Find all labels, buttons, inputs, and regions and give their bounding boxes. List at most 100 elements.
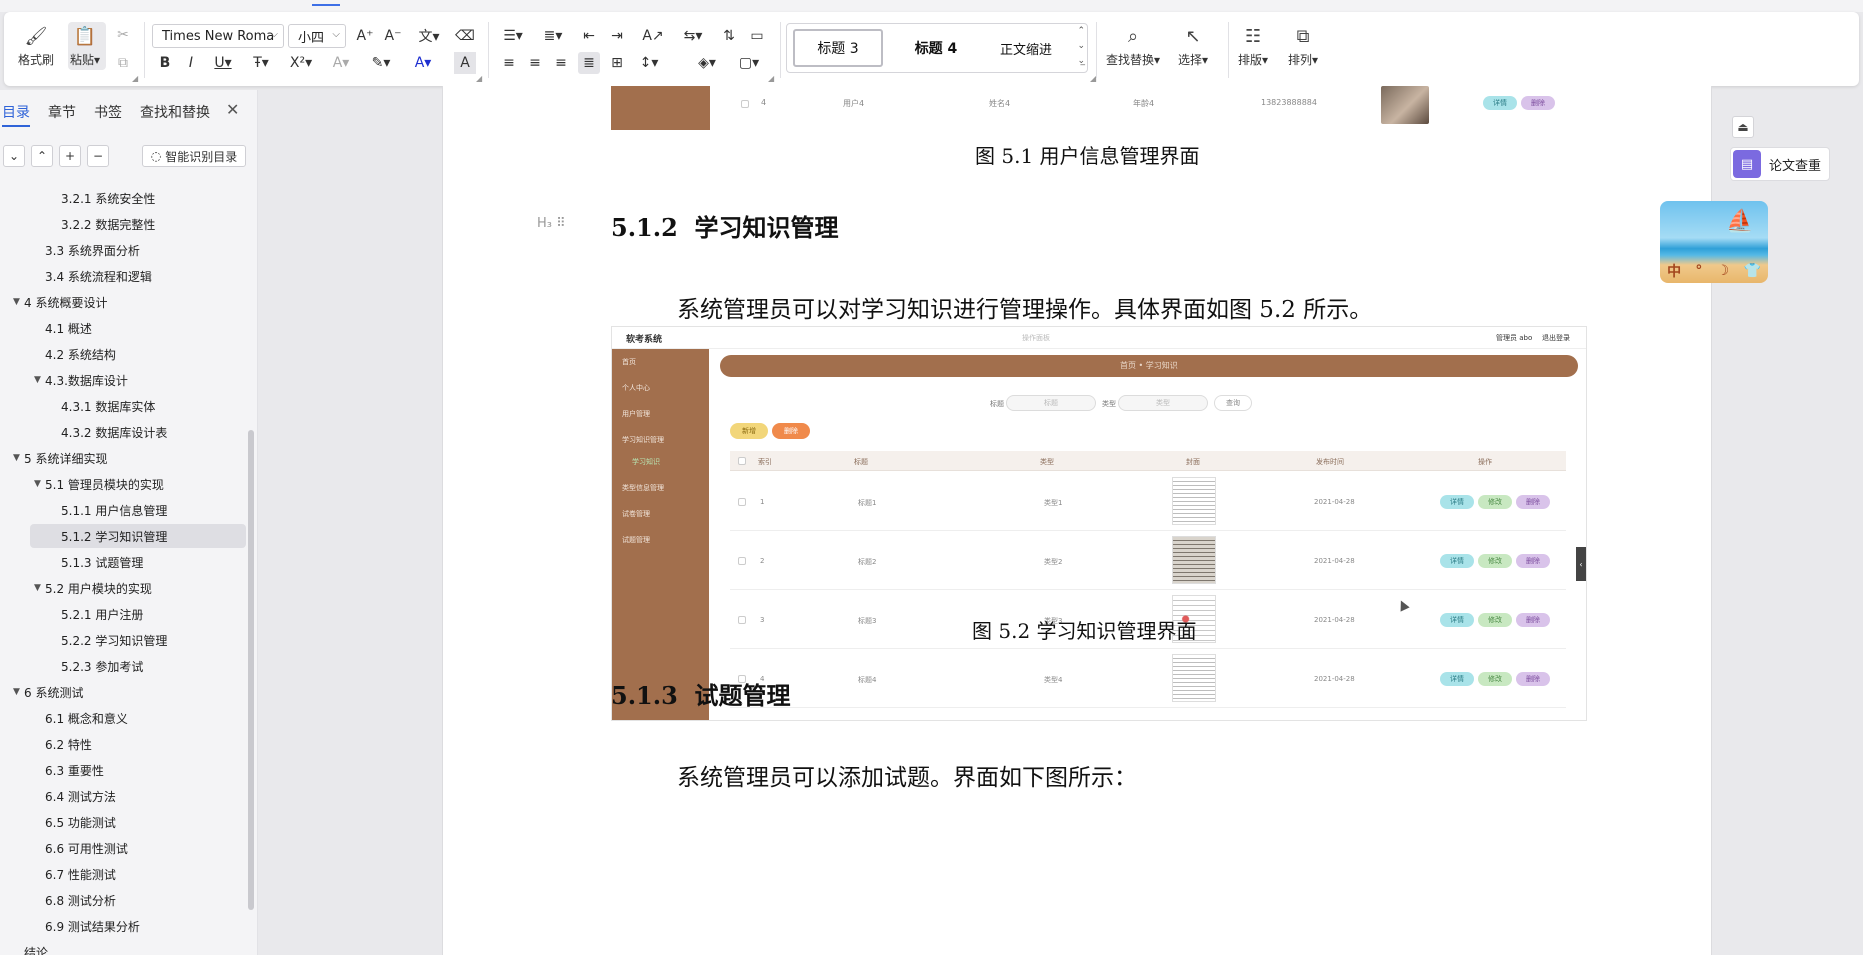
- font-size-select[interactable]: 小四 ⌵: [288, 24, 346, 48]
- underline-button[interactable]: U▾: [206, 52, 240, 74]
- border-button[interactable]: ▢▾: [732, 52, 766, 74]
- phonetic-guide-button[interactable]: 文▾: [412, 25, 446, 47]
- style-more-icon[interactable]: ⌄̲: [1077, 56, 1085, 66]
- change-case-button[interactable]: ⇆▾: [678, 25, 708, 47]
- toc-item[interactable]: ▼ 6 系统测试: [0, 680, 246, 704]
- toc-item[interactable]: 6.1 概念和意义: [0, 706, 246, 730]
- numbered-list-button[interactable]: ≣▾: [538, 25, 568, 47]
- tab-chapters[interactable]: 章节: [48, 102, 76, 122]
- heading-level-icon[interactable]: H₃ ⠿: [537, 216, 566, 231]
- justify-button[interactable]: ≣: [578, 52, 600, 74]
- close-pane-icon[interactable]: ✕: [226, 100, 239, 119]
- font-group-expand-icon[interactable]: ◢: [476, 74, 482, 83]
- toc-item[interactable]: 4.3.2 数据库设计表: [0, 420, 246, 444]
- collapse-all-button[interactable]: ⌄: [3, 145, 25, 167]
- expand-triangle-icon[interactable]: ▼: [34, 479, 41, 489]
- text-direction-button[interactable]: A↗: [638, 25, 668, 47]
- paper-check-button[interactable]: ▤ 论文查重: [1730, 147, 1830, 181]
- toc-item[interactable]: 3.2.2 数据完整性: [0, 212, 246, 236]
- nav-scrollbar[interactable]: [248, 430, 254, 910]
- ime-chinese-mode[interactable]: 中: [1667, 261, 1681, 281]
- expand-triangle-icon[interactable]: ▼: [34, 375, 41, 385]
- toc-item[interactable]: 3.3 系统界面分析: [0, 238, 246, 262]
- expand-triangle-icon[interactable]: ▼: [34, 583, 41, 593]
- show-marks-button[interactable]: ▭: [746, 25, 768, 47]
- tab-find-replace[interactable]: 查找和替换: [140, 102, 210, 122]
- arrange-button[interactable]: ☷ 排版▾: [1238, 24, 1268, 68]
- increase-indent-button[interactable]: ⇥: [606, 25, 628, 47]
- clipboard-group-expand-icon[interactable]: ◢: [132, 74, 138, 83]
- grow-font-button[interactable]: A⁺: [354, 25, 376, 47]
- bullet-list-button[interactable]: ☰▾: [498, 25, 528, 47]
- toc-item[interactable]: 5.2.1 用户注册: [0, 602, 246, 626]
- toc-item[interactable]: ▼ 4.3.数据库设计: [0, 368, 246, 392]
- toc-item[interactable]: 6.9 测试结果分析: [0, 914, 246, 938]
- toc-item[interactable]: 6.6 可用性测试: [0, 836, 246, 860]
- style-heading-4[interactable]: 标题 4: [893, 29, 979, 67]
- decrease-indent-button[interactable]: ⇤: [578, 25, 600, 47]
- char-shading-button[interactable]: A: [454, 52, 476, 74]
- toc-item[interactable]: ▼ 5.1 管理员模块的实现: [0, 472, 246, 496]
- add-heading-button[interactable]: +: [59, 145, 81, 167]
- superscript-button[interactable]: X²▾: [284, 52, 318, 74]
- toc-item[interactable]: 4.3.1 数据库实体: [0, 394, 246, 418]
- align-left-button[interactable]: ≡: [498, 52, 520, 74]
- toc-item[interactable]: 5.1.2 学习知识管理: [30, 524, 246, 548]
- toc-item[interactable]: 6.8 测试分析: [0, 888, 246, 912]
- cut-button[interactable]: ✂: [112, 24, 134, 46]
- italic-button[interactable]: I: [180, 52, 202, 74]
- tab-toc[interactable]: 目录: [2, 102, 30, 127]
- remove-heading-button[interactable]: −: [87, 145, 109, 167]
- shading-button[interactable]: ◈▾: [690, 52, 724, 74]
- paragraph-group-expand-icon[interactable]: ◢: [768, 74, 774, 83]
- format-painter-button[interactable]: 🖌 格式刷: [18, 24, 54, 68]
- side-collapse-button[interactable]: ⏏: [1732, 116, 1754, 138]
- toc-item[interactable]: 结论: [0, 940, 246, 955]
- style-heading-3[interactable]: 标题 3: [793, 29, 883, 67]
- ime-punctuation[interactable]: °: [1695, 263, 1702, 279]
- text-effect-button[interactable]: A▾: [324, 52, 358, 74]
- shirt-icon[interactable]: 👕: [1743, 263, 1760, 279]
- toc-item[interactable]: 4.1 概述: [0, 316, 246, 340]
- sort-layers-button[interactable]: ⧉ 排列▾: [1288, 24, 1318, 68]
- clear-format-button[interactable]: ⌫: [454, 25, 476, 47]
- strikethrough-button[interactable]: Ŧ▾: [244, 52, 278, 74]
- style-body-indent[interactable]: 正文缩进: [983, 29, 1069, 67]
- shrink-font-button[interactable]: A⁻: [382, 25, 404, 47]
- highlight-button[interactable]: ✎▾: [364, 52, 398, 74]
- font-name-select[interactable]: Times New Roma ⌵: [152, 24, 284, 48]
- toc-item[interactable]: ▼ 5.2 用户模块的实现: [0, 576, 246, 600]
- align-center-button[interactable]: ≡: [524, 52, 546, 74]
- toc-item[interactable]: 5.2.3 参加考试: [0, 654, 246, 678]
- toc-item[interactable]: 5.1.3 试题管理: [0, 550, 246, 574]
- select-button[interactable]: ↖ 选择▾: [1178, 24, 1208, 68]
- toc-item[interactable]: 6.7 性能测试: [0, 862, 246, 886]
- style-scroll-up-icon[interactable]: ⌃: [1077, 26, 1085, 36]
- expand-triangle-icon[interactable]: ▼: [13, 453, 20, 463]
- toc-item[interactable]: 6.5 功能测试: [0, 810, 246, 834]
- distribute-button[interactable]: ⊞: [606, 52, 628, 74]
- style-scroll-down-icon[interactable]: ⌄: [1077, 41, 1085, 51]
- input-method-widget[interactable]: ⛵ 中 ° ☽ 👕: [1660, 201, 1768, 283]
- toc-item[interactable]: 5.1.1 用户信息管理: [0, 498, 246, 522]
- find-replace-button[interactable]: ⌕ 查找替换▾: [1106, 24, 1160, 68]
- toc-item[interactable]: 5.2.2 学习知识管理: [0, 628, 246, 652]
- toc-item[interactable]: ▼ 4 系统概要设计: [0, 290, 246, 314]
- toc-item[interactable]: 6.2 特性: [0, 732, 246, 756]
- toc-item[interactable]: 6.4 测试方法: [0, 784, 246, 808]
- expand-level-button[interactable]: ⌃: [31, 145, 53, 167]
- tab-bookmarks[interactable]: 书签: [94, 102, 122, 122]
- toc-item[interactable]: 3.2.1 系统安全性: [0, 186, 246, 210]
- line-spacing-button[interactable]: ↕▾: [634, 52, 664, 74]
- copy-button[interactable]: ⧉: [112, 52, 134, 74]
- toc-item[interactable]: 3.4 系统流程和逻辑: [0, 264, 246, 288]
- document-page[interactable]: 4 用户4 姓名4 年龄4 13823888884 详情 删除 图 5.1 用户…: [442, 86, 1712, 955]
- smart-toc-button[interactable]: ◌ 智能识别目录: [142, 145, 246, 167]
- moon-icon[interactable]: ☽: [1717, 263, 1730, 279]
- expand-triangle-icon[interactable]: ▼: [13, 687, 20, 697]
- toc-item[interactable]: 6.3 重要性: [0, 758, 246, 782]
- paste-button[interactable]: 📋 粘贴▾: [70, 24, 100, 68]
- align-right-button[interactable]: ≡: [550, 52, 572, 74]
- expand-triangle-icon[interactable]: ▼: [13, 297, 20, 307]
- sort-button[interactable]: ⇅: [718, 25, 740, 47]
